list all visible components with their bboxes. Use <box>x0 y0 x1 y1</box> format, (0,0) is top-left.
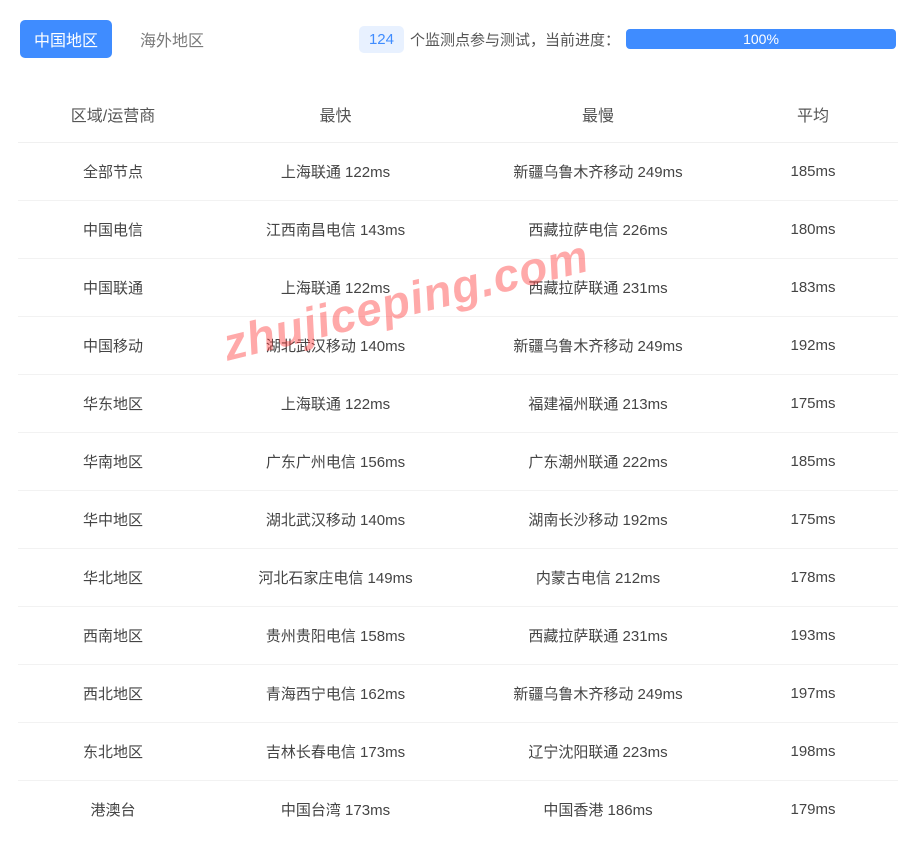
cell-average: 192ms <box>733 337 893 354</box>
cell-average: 179ms <box>733 801 893 818</box>
progress-label: 个监测点参与测试，当前进度： <box>410 29 620 50</box>
table-row: 西南地区贵州贵阳电信 158ms西藏拉萨联通 231ms193ms <box>18 607 898 665</box>
cell-region: 西北地区 <box>18 683 208 704</box>
cell-slowest: 新疆乌鲁木齐移动 249ms <box>463 335 733 356</box>
cell-slowest: 内蒙古电信 212ms <box>463 567 733 588</box>
cell-slowest: 新疆乌鲁木齐移动 249ms <box>463 683 733 704</box>
cell-slowest: 福建福州联通 213ms <box>463 393 733 414</box>
header-slowest: 最慢 <box>463 102 733 126</box>
cell-slowest: 辽宁沈阳联通 223ms <box>463 741 733 762</box>
cell-slowest: 西藏拉萨联通 231ms <box>463 625 733 646</box>
progress-bar: 100% <box>626 29 896 49</box>
table-row: 华中地区湖北武汉移动 140ms湖南长沙移动 192ms175ms <box>18 491 898 549</box>
table-body: zhujiceping.com 全部节点上海联通 122ms新疆乌鲁木齐移动 2… <box>18 143 898 838</box>
cell-average: 193ms <box>733 627 893 644</box>
cell-average: 183ms <box>733 279 893 296</box>
table-row: 港澳台中国台湾 173ms中国香港 186ms179ms <box>18 781 898 838</box>
cell-average: 185ms <box>733 453 893 470</box>
tab-china[interactable]: 中国地区 <box>20 20 112 58</box>
table-row: 西北地区青海西宁电信 162ms新疆乌鲁木齐移动 249ms197ms <box>18 665 898 723</box>
cell-fastest: 上海联通 122ms <box>208 277 463 298</box>
cell-fastest: 上海联通 122ms <box>208 161 463 182</box>
cell-average: 175ms <box>733 511 893 528</box>
cell-fastest: 湖北武汉移动 140ms <box>208 509 463 530</box>
monitor-count-badge: 124 <box>359 26 404 53</box>
cell-average: 175ms <box>733 395 893 412</box>
cell-region: 港澳台 <box>18 799 208 820</box>
cell-region: 华中地区 <box>18 509 208 530</box>
cell-slowest: 湖南长沙移动 192ms <box>463 509 733 530</box>
cell-average: 197ms <box>733 685 893 702</box>
table-row: 中国电信江西南昌电信 143ms西藏拉萨电信 226ms180ms <box>18 201 898 259</box>
cell-fastest: 广东广州电信 156ms <box>208 451 463 472</box>
cell-slowest: 西藏拉萨联通 231ms <box>463 277 733 298</box>
cell-region: 全部节点 <box>18 161 208 182</box>
cell-average: 180ms <box>733 221 893 238</box>
table-header: 区域/运营商 最快 最慢 平均 <box>18 86 898 143</box>
cell-region: 华北地区 <box>18 567 208 588</box>
cell-average: 185ms <box>733 163 893 180</box>
tab-overseas[interactable]: 海外地区 <box>126 20 218 58</box>
cell-region: 西南地区 <box>18 625 208 646</box>
cell-fastest: 湖北武汉移动 140ms <box>208 335 463 356</box>
cell-fastest: 吉林长春电信 173ms <box>208 741 463 762</box>
cell-region: 中国电信 <box>18 219 208 240</box>
header-region: 区域/运营商 <box>18 102 208 126</box>
table-row: 华东地区上海联通 122ms福建福州联通 213ms175ms <box>18 375 898 433</box>
cell-region: 东北地区 <box>18 741 208 762</box>
cell-average: 178ms <box>733 569 893 586</box>
cell-slowest: 新疆乌鲁木齐移动 249ms <box>463 161 733 182</box>
header-fastest: 最快 <box>208 102 463 126</box>
cell-average: 198ms <box>733 743 893 760</box>
cell-region: 华南地区 <box>18 451 208 472</box>
cell-region: 中国移动 <box>18 335 208 356</box>
cell-fastest: 中国台湾 173ms <box>208 799 463 820</box>
cell-slowest: 广东潮州联通 222ms <box>463 451 733 472</box>
progress-section: 124 个监测点参与测试，当前进度： 100% <box>359 26 896 53</box>
cell-fastest: 上海联通 122ms <box>208 393 463 414</box>
region-tabs: 中国地区 海外地区 <box>20 20 218 58</box>
progress-percent: 100% <box>743 31 779 47</box>
table-row: 东北地区吉林长春电信 173ms辽宁沈阳联通 223ms198ms <box>18 723 898 781</box>
cell-slowest: 西藏拉萨电信 226ms <box>463 219 733 240</box>
cell-fastest: 河北石家庄电信 149ms <box>208 567 463 588</box>
cell-region: 中国联通 <box>18 277 208 298</box>
latency-table: 区域/运营商 最快 最慢 平均 zhujiceping.com 全部节点上海联通… <box>18 86 898 838</box>
table-row: 中国联通上海联通 122ms西藏拉萨联通 231ms183ms <box>18 259 898 317</box>
cell-region: 华东地区 <box>18 393 208 414</box>
table-row: 中国移动湖北武汉移动 140ms新疆乌鲁木齐移动 249ms192ms <box>18 317 898 375</box>
header-average: 平均 <box>733 102 893 126</box>
cell-fastest: 青海西宁电信 162ms <box>208 683 463 704</box>
cell-fastest: 贵州贵阳电信 158ms <box>208 625 463 646</box>
table-row: 华南地区广东广州电信 156ms广东潮州联通 222ms185ms <box>18 433 898 491</box>
table-row: 全部节点上海联通 122ms新疆乌鲁木齐移动 249ms185ms <box>18 143 898 201</box>
table-row: 华北地区河北石家庄电信 149ms内蒙古电信 212ms178ms <box>18 549 898 607</box>
cell-slowest: 中国香港 186ms <box>463 799 733 820</box>
cell-fastest: 江西南昌电信 143ms <box>208 219 463 240</box>
